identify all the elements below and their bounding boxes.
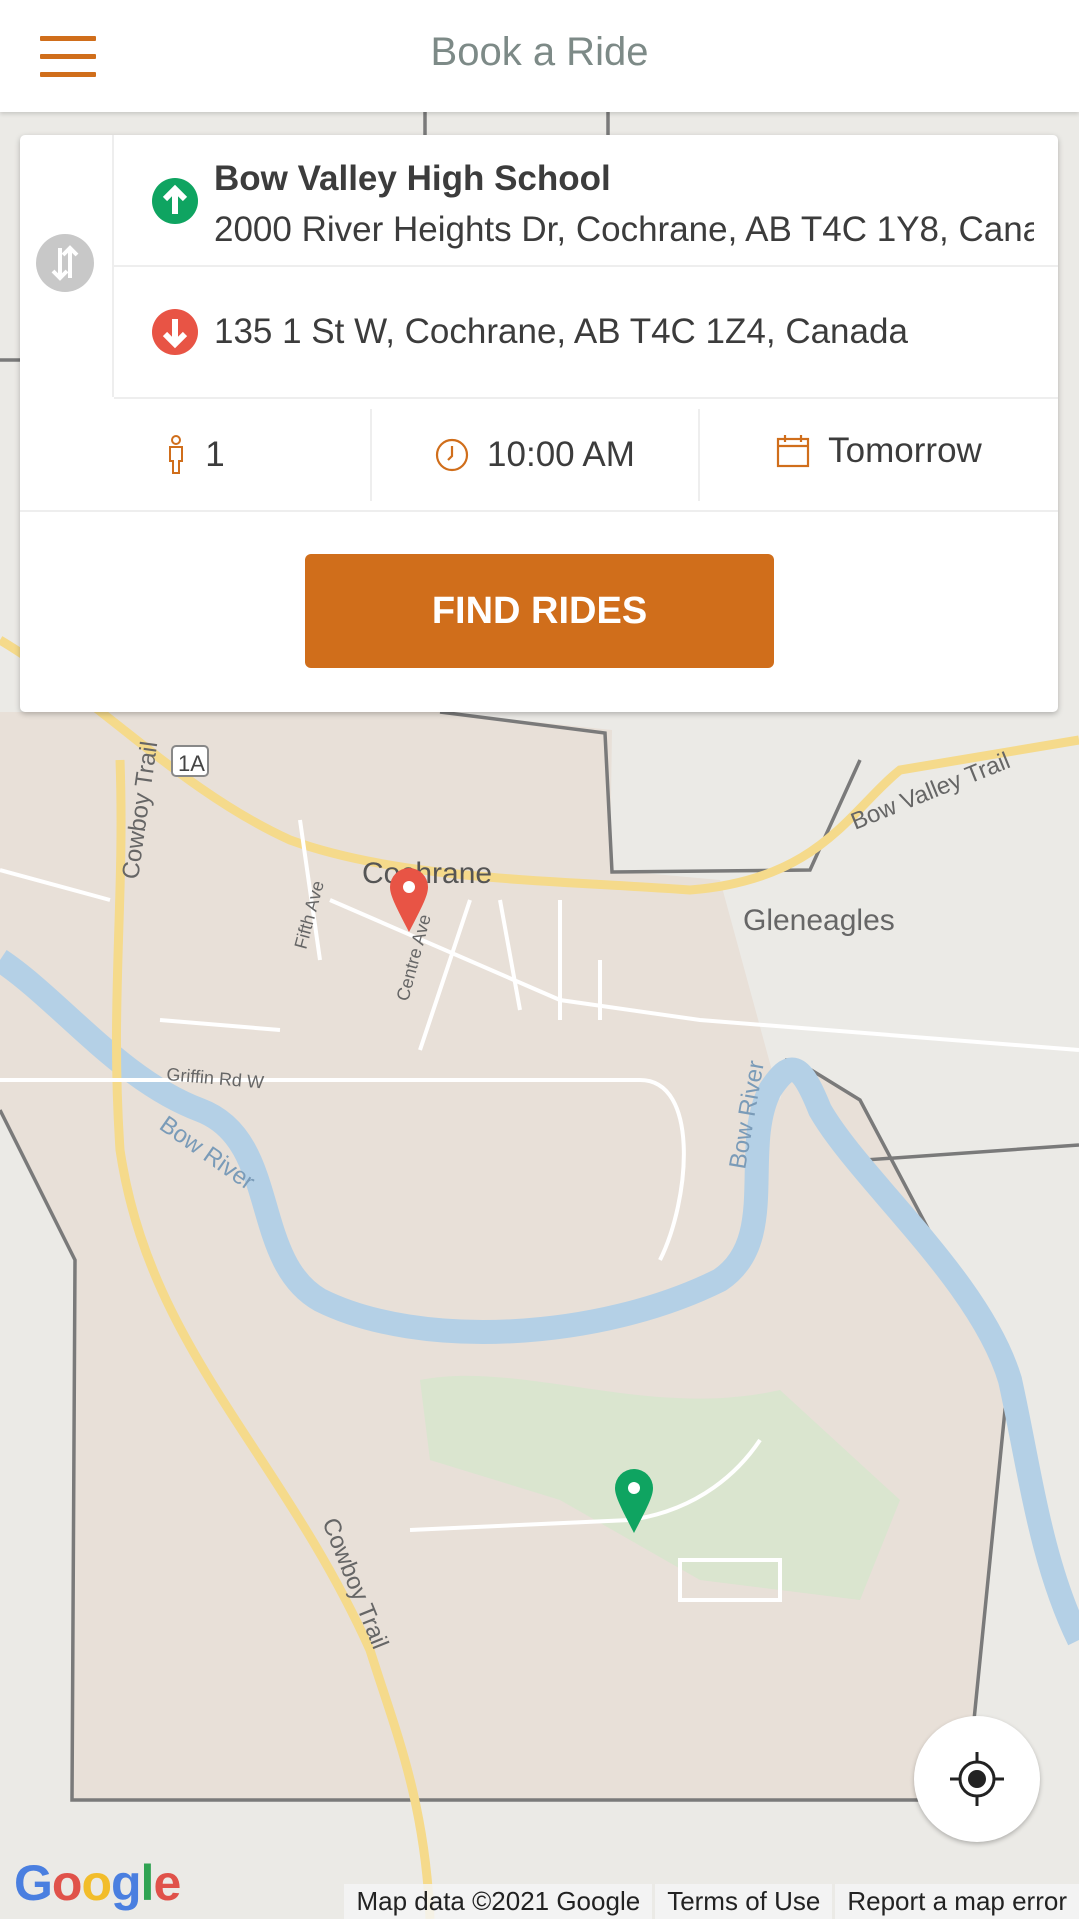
person-icon <box>169 434 184 474</box>
pickup-address: 2000 River Heights Dr, Cochrane, AB T4C … <box>214 210 1034 249</box>
find-rides-button[interactable]: FIND RIDES <box>305 554 774 668</box>
date-selector[interactable]: Tomorrow <box>700 399 1058 510</box>
calendar-icon <box>777 434 810 467</box>
dropoff-address: 135 1 St W, Cochrane, AB T4C 1Z4, Canada <box>214 312 908 351</box>
passenger-selector[interactable]: 1 <box>20 399 370 510</box>
crosshair-icon <box>950 1752 1004 1806</box>
app-header: Book a Ride <box>0 0 1079 112</box>
report-error-link[interactable]: Report a map error <box>835 1884 1079 1919</box>
map-attribution: Map data ©2021 Google Terms of Use Repor… <box>341 1884 1079 1919</box>
map-label-gleneagles: Gleneagles <box>743 904 895 937</box>
map-label-hwy-1a: 1A <box>178 751 205 776</box>
pickup-name: Bow Valley High School <box>214 159 611 198</box>
time-selector[interactable]: 10:00 AM <box>372 399 698 510</box>
swap-vertical-icon <box>51 245 79 281</box>
pickup-field[interactable]: Bow Valley High School 2000 River Height… <box>114 135 1058 267</box>
arrow-down-circle-icon <box>152 309 198 355</box>
ride-options: 1 10:00 AM Tomorrow <box>20 399 1058 512</box>
arrow-up-circle-icon <box>152 178 198 224</box>
clock-icon <box>435 438 469 471</box>
dropoff-field[interactable]: 135 1 St W, Cochrane, AB T4C 1Z4, Canada <box>114 267 1058 399</box>
swap-locations-button[interactable] <box>36 234 94 292</box>
date-value: Tomorrow <box>828 430 982 470</box>
map-data-text: Map data ©2021 Google <box>344 1884 653 1919</box>
time-value: 10:00 AM <box>487 434 635 474</box>
passenger-count: 1 <box>205 434 225 474</box>
my-location-button[interactable] <box>914 1716 1040 1842</box>
google-logo: Google <box>14 1855 181 1911</box>
terms-link[interactable]: Terms of Use <box>655 1884 833 1919</box>
swap-column <box>20 135 114 397</box>
page-title: Book a Ride <box>430 30 649 74</box>
booking-card: Bow Valley High School 2000 River Height… <box>20 135 1058 712</box>
